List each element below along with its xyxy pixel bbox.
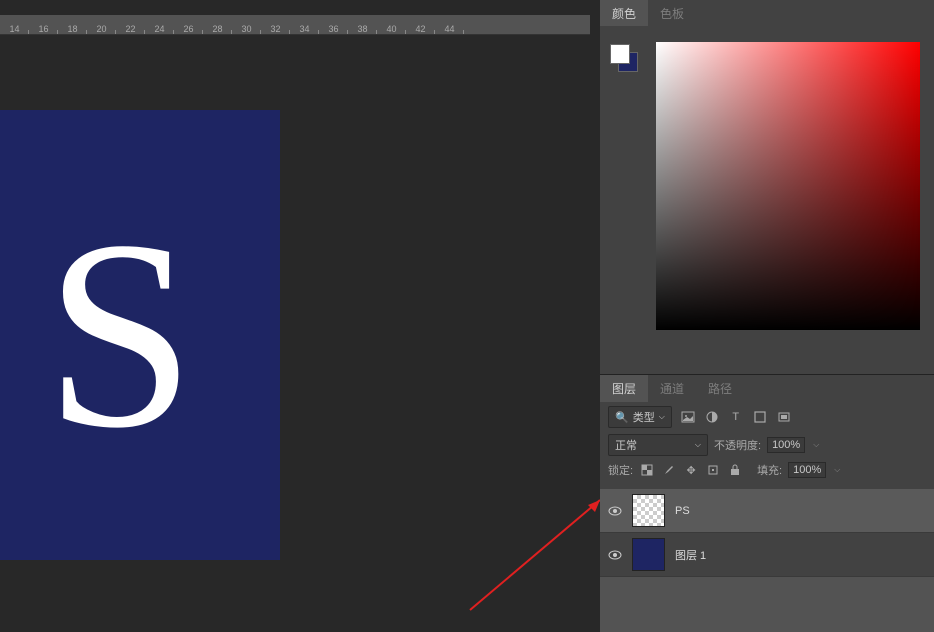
ruler-tick: 34	[290, 24, 319, 34]
arrow-annotation	[460, 490, 620, 623]
layers-panel: 图层 通道 路径 🔍 类型 ⌵ T	[600, 374, 934, 577]
ruler-tick: 42	[406, 24, 435, 34]
search-icon: 🔍	[615, 411, 629, 424]
layer-list: PS 图层 1	[600, 489, 934, 577]
ruler-tick: 16	[29, 24, 58, 34]
filter-text-icon[interactable]: T	[728, 409, 744, 425]
filter-image-icon[interactable]	[680, 409, 696, 425]
tab-swatches[interactable]: 色板	[648, 0, 696, 27]
canvas-area: 14 16 18 20 22 24 26 28 30 32 34 36 38 4…	[0, 0, 600, 632]
lock-label: 锁定:	[608, 462, 633, 478]
ruler-horizontal[interactable]: 14 16 18 20 22 24 26 28 30 32 34 36 38 4…	[0, 15, 590, 35]
ruler-tick: 26	[174, 24, 203, 34]
blend-opacity-row: 正常 ⌵ 不透明度: 100% ⌵	[608, 434, 926, 456]
layer-item-layer1[interactable]: 图层 1	[600, 533, 934, 577]
tab-layers[interactable]: 图层	[600, 375, 648, 402]
color-picker-field[interactable]	[656, 42, 920, 330]
chevron-down-icon[interactable]: ⌵	[813, 440, 819, 450]
color-panel	[600, 26, 934, 374]
filter-shape-icon[interactable]	[752, 409, 768, 425]
canvas-text-s[interactable]: S	[45, 180, 195, 490]
chevron-down-icon: ⌵	[695, 440, 701, 450]
filter-adjustment-icon[interactable]	[704, 409, 720, 425]
color-tabs: 颜色 色板	[600, 0, 934, 26]
filter-row: 🔍 类型 ⌵ T	[608, 406, 926, 428]
chevron-down-icon: ⌵	[659, 412, 665, 422]
lock-transparent-icon[interactable]	[639, 462, 655, 478]
layer-thumbnail[interactable]	[632, 494, 665, 527]
ruler-tick: 40	[377, 24, 406, 34]
opacity-value[interactable]: 100%	[767, 437, 805, 453]
ruler-tick: 44	[435, 24, 464, 34]
ruler-tick: 20	[87, 24, 116, 34]
layer-name[interactable]: PS	[675, 505, 690, 517]
ruler-tick: 28	[203, 24, 232, 34]
tab-paths[interactable]: 路径	[696, 375, 744, 402]
ruler-tick: 30	[232, 24, 261, 34]
lock-position-icon[interactable]: ✥	[683, 462, 699, 478]
filter-type-label: 类型	[633, 409, 655, 425]
layer-item-ps[interactable]: PS	[600, 489, 934, 533]
visibility-toggle-icon[interactable]	[608, 504, 622, 518]
ruler-tick: 18	[58, 24, 87, 34]
ruler-tick: 14	[0, 24, 29, 34]
layer-thumbnail[interactable]	[632, 538, 665, 571]
lock-fill-row: 锁定: ✥ 填充: 100% ⌵	[608, 462, 926, 478]
lock-brush-icon[interactable]	[661, 462, 677, 478]
layers-controls: 🔍 类型 ⌵ T	[600, 401, 934, 489]
tab-color[interactable]: 颜色	[600, 0, 648, 27]
ruler-tick: 38	[348, 24, 377, 34]
filter-type-dropdown[interactable]: 🔍 类型 ⌵	[608, 406, 672, 428]
visibility-toggle-icon[interactable]	[608, 548, 622, 562]
fill-value[interactable]: 100%	[788, 462, 826, 478]
blend-mode-value: 正常	[615, 437, 637, 453]
layers-tabs: 图层 通道 路径	[600, 375, 934, 401]
layer-name[interactable]: 图层 1	[675, 547, 706, 563]
canvas[interactable]: S	[0, 110, 280, 560]
ruler-tick: 24	[145, 24, 174, 34]
ruler-tick: 22	[116, 24, 145, 34]
lock-artboard-icon[interactable]	[705, 462, 721, 478]
tab-channels[interactable]: 通道	[648, 375, 696, 402]
fill-label: 填充:	[757, 462, 782, 478]
right-panels: 颜色 色板 图层 通道 路径 🔍 类型 ⌵	[600, 0, 934, 632]
color-swatch-container[interactable]	[610, 44, 638, 72]
filter-smart-icon[interactable]	[776, 409, 792, 425]
chevron-down-icon[interactable]: ⌵	[834, 465, 840, 475]
ruler-tick: 32	[261, 24, 290, 34]
foreground-color-swatch[interactable]	[610, 44, 630, 64]
lock-all-icon[interactable]	[727, 462, 743, 478]
ruler-tick: 36	[319, 24, 348, 34]
opacity-label: 不透明度:	[714, 437, 761, 453]
blend-mode-dropdown[interactable]: 正常 ⌵	[608, 434, 708, 456]
